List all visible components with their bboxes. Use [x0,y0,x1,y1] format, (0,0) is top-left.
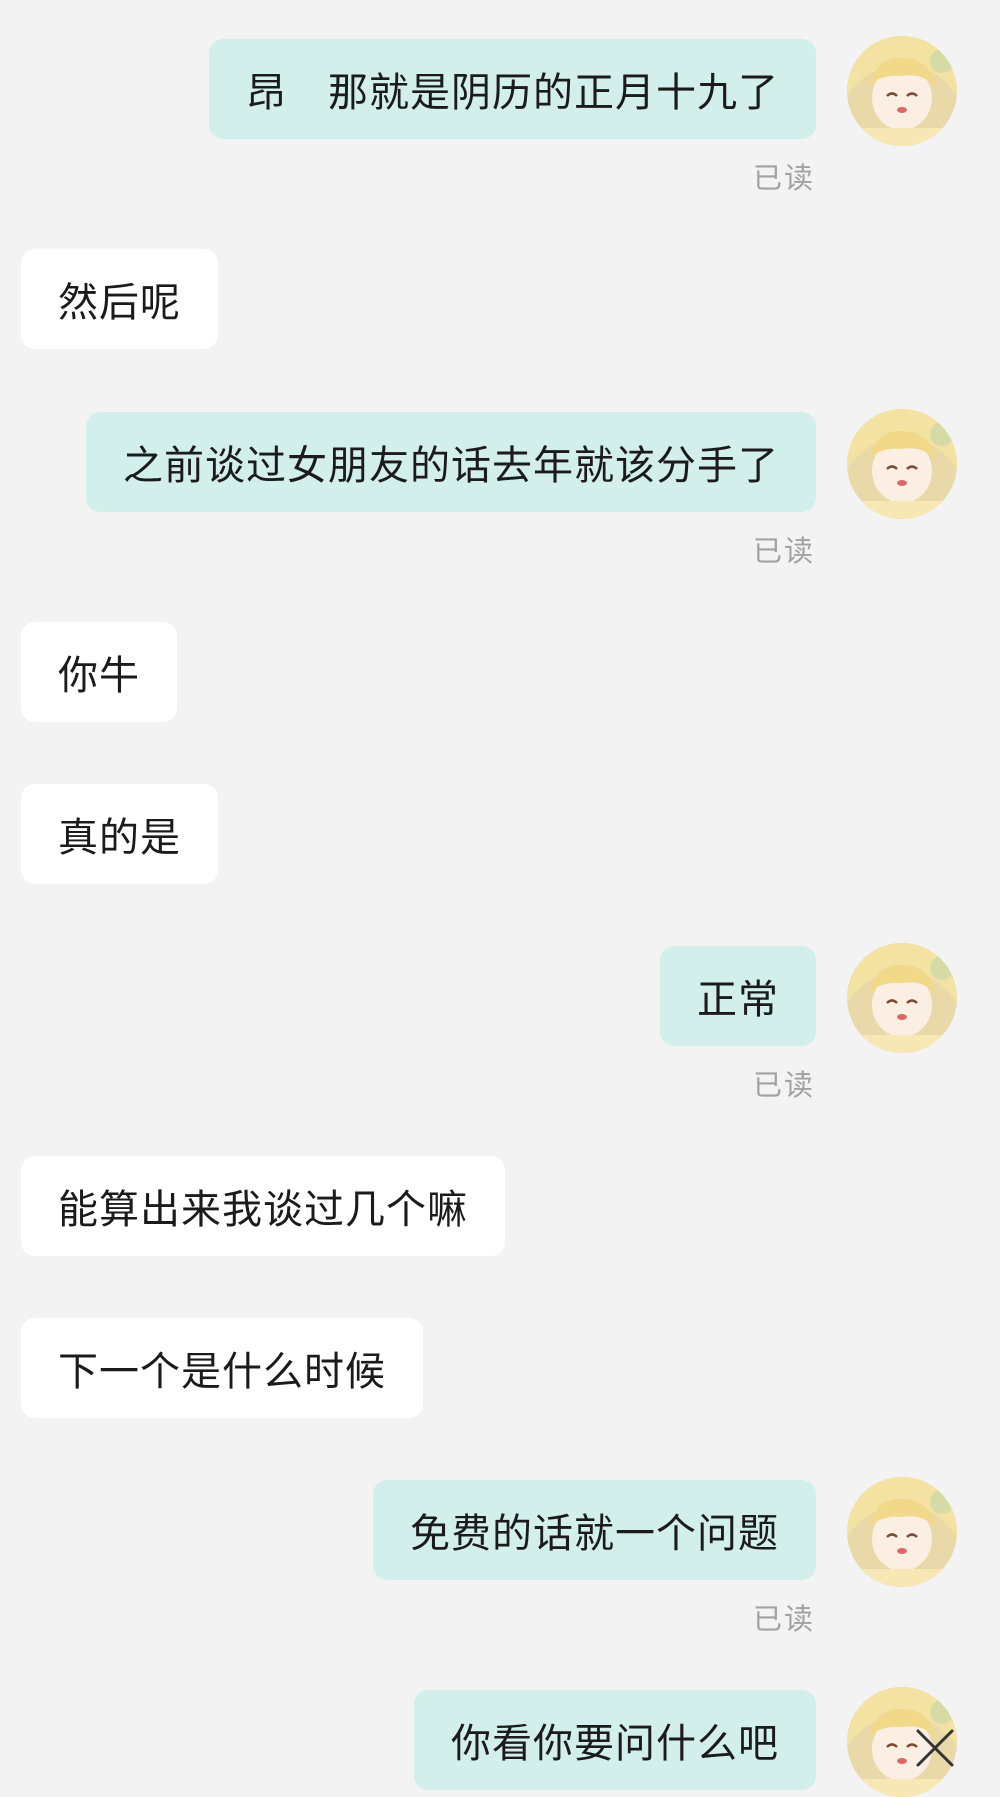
anime-girl-avatar-icon [847,36,957,146]
message-bubble-outgoing[interactable]: 你看你要问什么吧 [414,1690,816,1790]
message-bubble-incoming[interactable]: 能算出来我谈过几个嘛 [21,1156,505,1256]
message-bubble-outgoing[interactable]: 昂 那就是阴历的正月十九了 [209,39,816,139]
message-text: 你牛 [58,653,140,699]
message-text: 你看你要问什么吧 [451,1721,779,1767]
message-text: 之前谈过女朋友的话去年就该分手了 [123,443,779,489]
message-text: 能算出来我谈过几个嘛 [58,1187,468,1233]
message-bubble-incoming[interactable]: 真的是 [21,784,218,884]
message-text: 正常 [697,977,779,1023]
read-receipt: 已读 [752,534,815,568]
message-text: 免费的话就一个问题 [410,1511,779,1557]
avatar[interactable] [847,943,957,1053]
message-bubble-outgoing[interactable]: 之前谈过女朋友的话去年就该分手了 [86,412,816,512]
avatar[interactable] [847,36,957,146]
read-receipt: 已读 [752,161,815,195]
anime-girl-avatar-icon [847,943,957,1053]
message-text: 真的是 [58,815,181,861]
read-receipt: 已读 [752,1602,815,1636]
anime-girl-avatar-icon [847,409,957,519]
message-text: 昂 那就是阴历的正月十九了 [246,70,779,116]
avatar[interactable] [847,1477,957,1587]
message-bubble-incoming[interactable]: 下一个是什么时候 [21,1318,423,1418]
close-icon[interactable] [912,1725,958,1771]
message-bubble-outgoing[interactable]: 免费的话就一个问题 [373,1480,816,1580]
message-bubble-incoming[interactable]: 你牛 [21,622,177,722]
message-text: 然后呢 [58,280,181,326]
read-receipt: 已读 [752,1068,815,1102]
message-bubble-incoming[interactable]: 然后呢 [21,249,218,349]
chat-thread: 昂 那就是阴历的正月十九了 已读 然后呢 之前谈过女朋友的话去年就该分手了 已读… [0,0,1000,1797]
message-bubble-outgoing[interactable]: 正常 [660,946,816,1046]
avatar[interactable] [847,409,957,519]
anime-girl-avatar-icon [847,1477,957,1587]
message-text: 下一个是什么时候 [58,1349,386,1395]
